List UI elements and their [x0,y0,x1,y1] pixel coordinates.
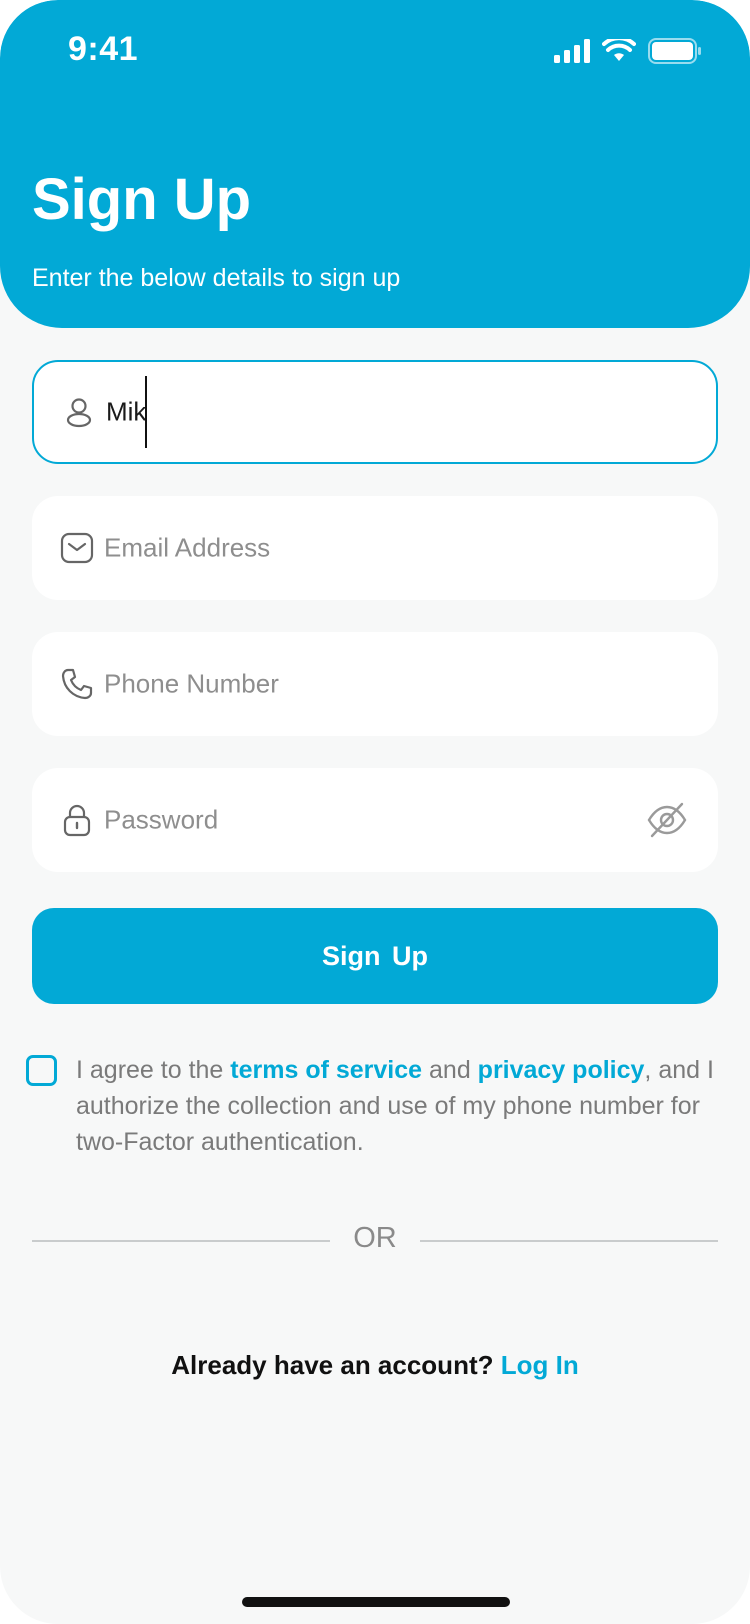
login-prompt: Already have an account? Log In [0,1350,750,1381]
name-input[interactable]: Mik [32,360,718,464]
text-cursor [145,376,147,448]
battery-icon [648,38,701,64]
terms-prefix: I agree to the [76,1056,231,1084]
terms-checkbox[interactable] [26,1055,57,1086]
phone-icon [61,668,93,700]
signal-icon [554,39,590,63]
password-input[interactable]: Password [32,768,718,872]
name-value: Mik [106,396,147,427]
status-time: 9:41 [68,30,139,68]
email-input[interactable]: Email Address [32,496,718,600]
login-prompt-text: Already have an account? [171,1350,494,1380]
sign-up-button[interactable]: Sign Up [32,908,718,1004]
page-title: Sign Up [32,167,252,232]
privacy-policy-link[interactable]: privacy policy [478,1056,645,1084]
mail-icon [60,532,94,564]
password-placeholder: Password [104,804,219,835]
wifi-icon [602,39,636,61]
or-divider: OR [32,1222,718,1268]
phone-input[interactable]: Phone Number [32,632,718,736]
header: 9:41 Sign Up Enter the below details to … [0,0,750,328]
divider-line-right [420,1240,718,1242]
user-icon [66,398,92,428]
terms-text: I agree to the terms of service and priv… [76,1052,736,1160]
terms-and: and [422,1056,478,1084]
page-subtitle: Enter the below details to sign up [32,264,401,292]
status-icons [554,38,702,64]
eye-off-icon[interactable] [646,799,688,841]
lock-icon [63,804,91,837]
phone-placeholder: Phone Number [104,668,279,699]
home-indicator [242,1597,510,1607]
or-label: OR [353,1222,397,1254]
email-placeholder: Email Address [104,532,271,563]
terms-of-service-link[interactable]: terms of service [230,1056,422,1084]
log-in-link[interactable]: Log In [501,1350,579,1380]
phone-screen: 9:41 Sign Up Enter the below details to … [0,0,750,1624]
